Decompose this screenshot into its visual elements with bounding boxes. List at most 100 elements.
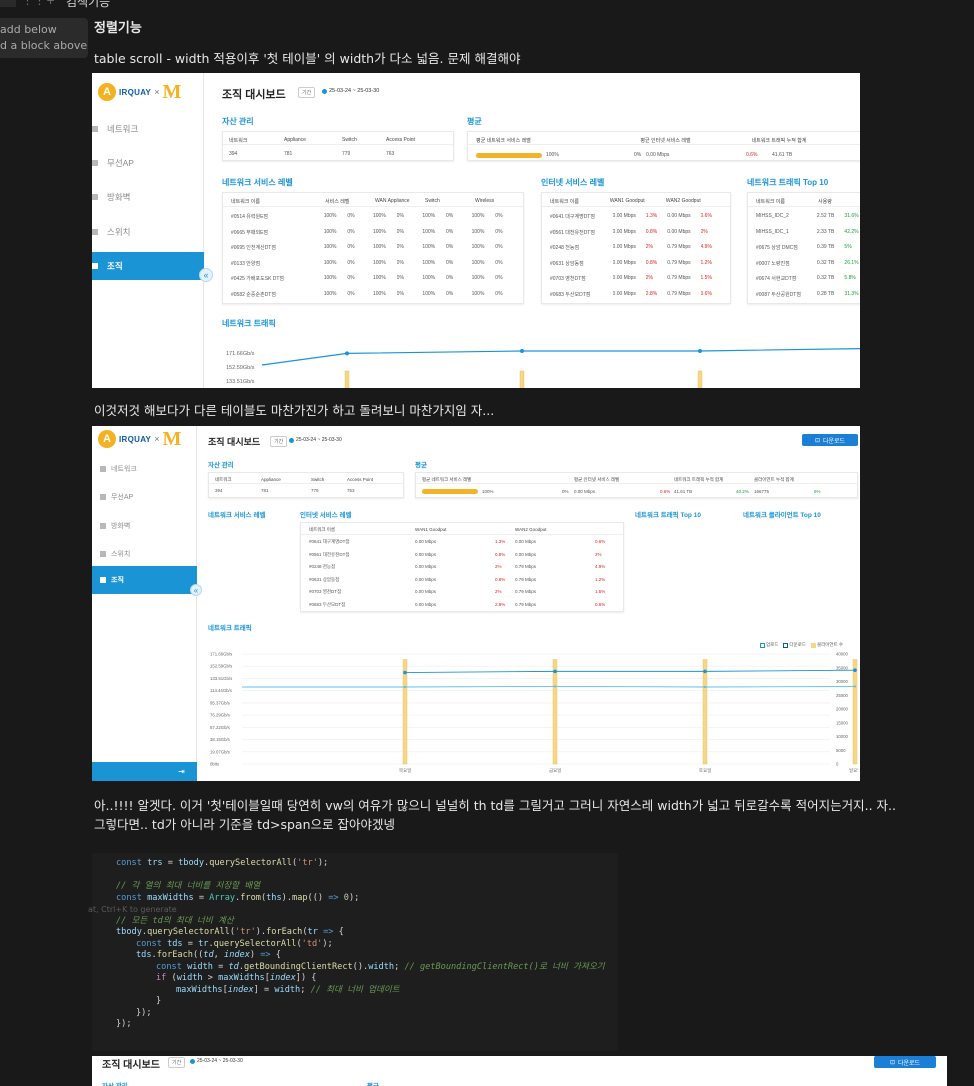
table-cell: 0.39 TB bbox=[816, 244, 835, 250]
logo-x: × bbox=[154, 87, 160, 97]
sidebar-item-ap[interactable]: 무선AP bbox=[92, 157, 134, 169]
org-icon bbox=[100, 577, 106, 583]
table-cell: #0675 상암 DMC점 bbox=[756, 245, 798, 251]
y-tick-label: 171.66Gb/s bbox=[210, 652, 232, 657]
note-line-1[interactable]: table scroll - width 적용이후 '첫 테이블' 의 widt… bbox=[94, 48, 520, 67]
table-cell: 4.9% bbox=[700, 244, 712, 250]
date-range[interactable]: 25-03-24 ~ 25-03-30 bbox=[322, 88, 379, 94]
y2-tick-label: 35000 bbox=[836, 665, 849, 670]
y-tick-label: 171.66Gb/s bbox=[226, 351, 255, 357]
upload-point bbox=[520, 349, 524, 353]
average-header: 평균 네트워크 서비스 레벨 bbox=[476, 138, 531, 144]
service-level-bar bbox=[476, 152, 542, 158]
sidebar-item-firewall[interactable]: 방화벽 bbox=[92, 191, 130, 203]
average-title: 평균 bbox=[367, 1080, 379, 1086]
add-block-icon[interactable]: + bbox=[46, 0, 55, 7]
table-cell: 2.8% bbox=[645, 290, 658, 297]
code-block[interactable]: const trs = tbody.querySelectorAll('tr')… bbox=[88, 853, 618, 1051]
sidebar-item-network[interactable]: 네트워크 bbox=[100, 464, 137, 474]
table-cell: 100% bbox=[471, 290, 485, 297]
table-cell: 0.6% bbox=[595, 539, 606, 544]
logo-name: IRQUAY bbox=[119, 87, 152, 97]
table-cell: 100% bbox=[373, 244, 386, 250]
collapse-sidebar-icon[interactable]: « bbox=[190, 584, 202, 596]
internet-header: WAN2 Goodput bbox=[665, 198, 701, 204]
date-dot-icon bbox=[322, 88, 327, 94]
sidebar-item-ap[interactable]: 무선AP bbox=[100, 492, 133, 502]
sidebar-item-switch[interactable]: 스위치 bbox=[92, 226, 130, 238]
sidebar-label: 네트워크 bbox=[111, 466, 137, 473]
asset-header: 네트워크 bbox=[215, 477, 232, 482]
table-row: #0133 안양점 100% 0% 100% 0% 100% 0% 100% 0% bbox=[223, 260, 523, 269]
note-line-2[interactable]: 이것저것 해보다가 다른 테이블도 마찬가진가 하고 돌려보니 마찬가지임 자.… bbox=[94, 400, 494, 419]
y-tick-label: 133.51Gb/s bbox=[210, 676, 232, 681]
download-icon: ⊡ bbox=[889, 1059, 895, 1066]
note-heading[interactable]: 정렬기능 bbox=[94, 17, 142, 36]
date-range[interactable]: 25-03-24 ~ 25-03-30 bbox=[289, 437, 342, 443]
collapse-sidebar-icon[interactable]: « bbox=[199, 268, 213, 282]
table-cell: 0% bbox=[396, 290, 404, 297]
date-range-text: 25-03-24 ~ 25-03-30 bbox=[197, 1058, 243, 1064]
block-handle[interactable] bbox=[0, 0, 16, 7]
table-cell: 100% bbox=[471, 275, 485, 281]
traffic-header-row: 네트워크 이름 사용량 bbox=[748, 198, 860, 207]
download-label: 다운로드 bbox=[822, 438, 846, 445]
traffic-chart-title: 네트워크 트래픽 bbox=[208, 625, 252, 632]
upload-point bbox=[703, 669, 707, 674]
sidebar-item-switch[interactable]: 스위치 bbox=[100, 549, 130, 559]
y-tick-label: 152.59Gb/s bbox=[210, 664, 232, 669]
date-range[interactable]: 25-03-24 ~ 25-03-30 bbox=[190, 1058, 243, 1064]
table-row: #0087 두산공원DT점 0.28 TB 31.3% bbox=[748, 291, 860, 300]
table-cell: 0% bbox=[445, 213, 454, 219]
table-cell: 0.00 Mbps bbox=[415, 602, 437, 607]
drag-handle-icon[interactable]: ⋮⋮ bbox=[22, 0, 46, 7]
block-text-search[interactable]: 검색기능 bbox=[66, 0, 110, 10]
note-line-4[interactable]: 그렇다면.. td가 아니라 기준을 td>span으로 잡아야겠넹 bbox=[94, 814, 395, 833]
service-header: 서비스 레벨 bbox=[325, 199, 350, 205]
y-tick-label: 19.07Gb/s bbox=[210, 749, 230, 754]
internet-delta: 0% bbox=[562, 489, 569, 494]
clients-delta: 40.2% bbox=[736, 489, 749, 494]
table-cell: 0% bbox=[445, 259, 454, 266]
client-bar bbox=[552, 659, 558, 765]
table-row: #0631 상암동점 0.00 Mbps 0.8% 0.79 Mbps 1.2% bbox=[301, 577, 623, 585]
download-button[interactable]: ⊡ 다운로드 bbox=[802, 434, 858, 446]
mcdonalds-logo-icon: M bbox=[162, 81, 182, 103]
sidebar-item-org[interactable]: 조직 bbox=[92, 566, 197, 594]
table-cell: 0.00 Mbps bbox=[612, 244, 636, 250]
network-icon bbox=[92, 126, 98, 132]
sidebar-item-firewall[interactable]: 방화벽 bbox=[100, 521, 130, 531]
asset-card: 네트워크 Appliance Switch Access Point 394 7… bbox=[222, 131, 454, 161]
table-cell: #0703 영천DT점 bbox=[309, 589, 342, 595]
download-point bbox=[403, 685, 407, 689]
table-cell: 0.6% bbox=[700, 213, 712, 219]
download-point bbox=[853, 685, 857, 688]
logout-icon[interactable]: ⇥ bbox=[178, 767, 185, 776]
sidebar-label: 조직 bbox=[107, 261, 123, 271]
table-row: #0248 천능점 0.00 Mbps 2% 0.79 Mbps 4.9% bbox=[542, 244, 730, 253]
table-cell: 0.00 Mbps bbox=[415, 551, 437, 557]
table-cell: 0.00 Mbps bbox=[612, 228, 636, 235]
table-cell: 0.79 Mbps bbox=[667, 290, 691, 297]
sidebar-item-org[interactable]: 조직 bbox=[92, 252, 204, 280]
table-cell: 100% bbox=[471, 259, 485, 266]
table-cell: 0.32 TB bbox=[816, 259, 835, 266]
dashboard-screenshot-3: 조직 대시보드 기간 25-03-24 ~ 25-03-30 ⊡다운로드 자산 … bbox=[92, 1056, 947, 1086]
table-cell: 100% bbox=[422, 213, 436, 219]
table-cell: 0% bbox=[495, 213, 503, 219]
table-row: #0007 노량진점 0.32 TB 26.1% bbox=[748, 260, 860, 269]
table-cell: 100% bbox=[323, 259, 337, 266]
client-bar bbox=[519, 370, 525, 388]
table-cell: 0% bbox=[445, 290, 454, 297]
sidebar-label: 스위치 bbox=[111, 551, 131, 558]
service-level-title: 네트워크 서비스 레벨 bbox=[208, 512, 266, 519]
table-cell: 0.79 Mbps bbox=[515, 589, 537, 595]
sidebar-item-network[interactable]: 네트워크 bbox=[92, 123, 138, 135]
table-cell: 0.00 Mbps bbox=[612, 259, 636, 266]
average-header-row: 평균 네트워크 서비스 레벨 평균 인터넷 서비스 레벨 네트워크 트래픽 누적… bbox=[416, 477, 857, 484]
upload-point bbox=[553, 669, 557, 674]
logo-a: A bbox=[98, 83, 116, 101]
note-line-3[interactable]: 아..!!!! 알겟다. 이거 '첫'테이블일때 당연히 vw의 여유가 많으니… bbox=[94, 795, 896, 814]
service-level-card: 네트워크 이름 서비스 레벨 WAN Appliance Switch Wire… bbox=[222, 192, 524, 304]
download-button[interactable]: ⊡ 다운로드 bbox=[874, 1056, 936, 1068]
